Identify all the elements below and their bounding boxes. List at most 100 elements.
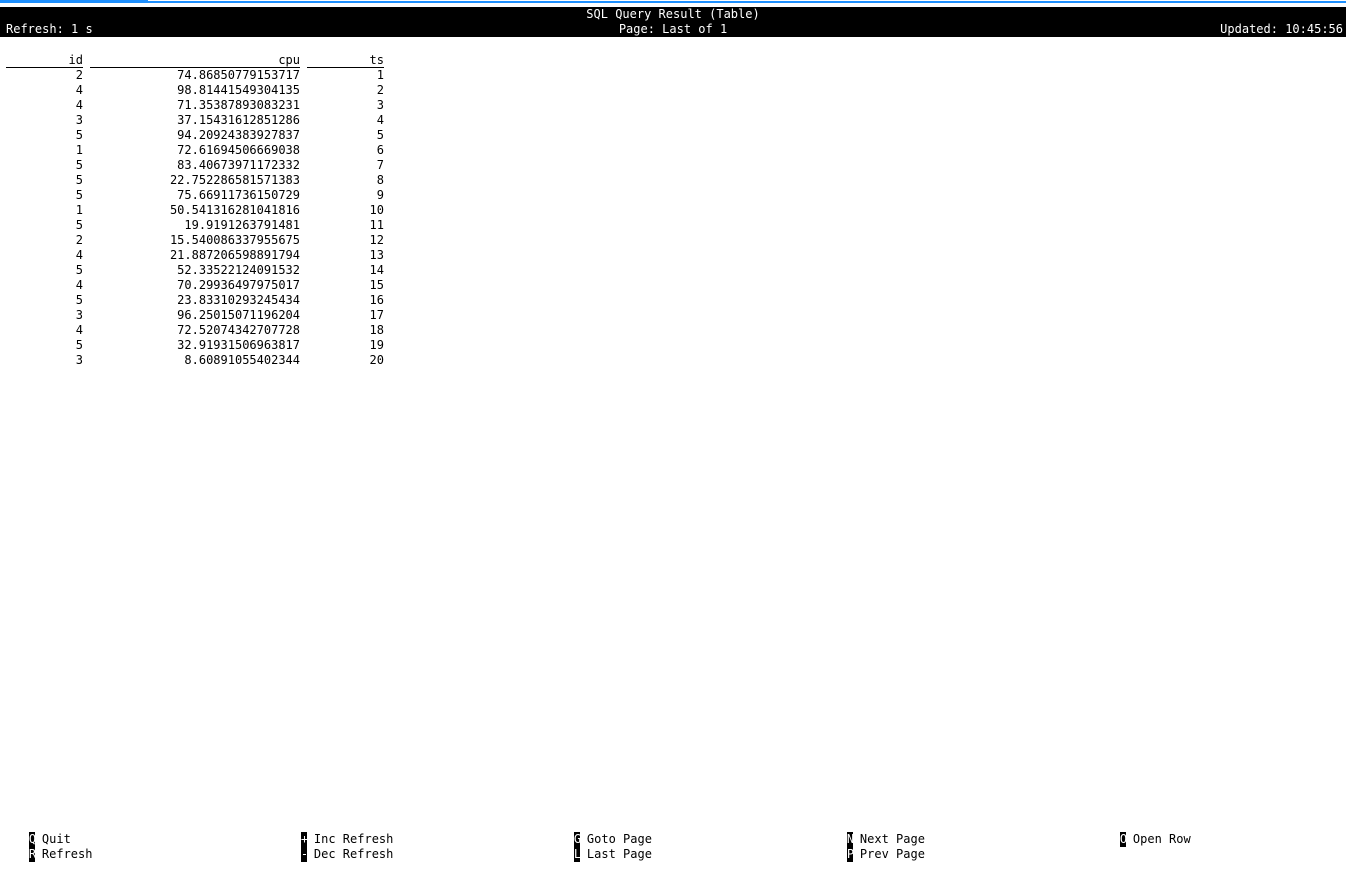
cell-id: 4 bbox=[75, 278, 83, 292]
refresh-shortcut[interactable]: R Refresh bbox=[0, 832, 92, 862]
table-row[interactable]: 4 71.35387893083231 3 bbox=[6, 98, 384, 113]
cell-id: 2 bbox=[75, 68, 83, 82]
table-row[interactable]: 2 15.540086337955675 12 bbox=[6, 233, 384, 248]
updated-time: Updated: 10:45:56 bbox=[1220, 22, 1343, 36]
cell-ts: 15 bbox=[369, 278, 384, 292]
prev-page-key: P bbox=[846, 847, 853, 862]
window-top-border bbox=[0, 0, 1346, 4]
cell-cpu: 15.540086337955675 bbox=[169, 233, 300, 247]
cell-cpu: 71.35387893083231 bbox=[177, 98, 300, 112]
cell-cpu: 96.25015071196204 bbox=[177, 308, 300, 322]
next-page-shortcut[interactable]: N Next Page bbox=[818, 817, 925, 847]
column-header-cpu: cpu bbox=[90, 52, 300, 68]
cell-id: 4 bbox=[75, 98, 83, 112]
keybinding-footer: QQuit R Refresh +Inc Refresh -Dec Refresh… bbox=[0, 817, 1346, 862]
cell-id: 4 bbox=[75, 248, 83, 262]
cell-id: 3 bbox=[75, 308, 83, 322]
cell-id: 5 bbox=[75, 218, 83, 232]
cell-ts: 18 bbox=[369, 323, 384, 337]
table-row[interactable]: 1 72.61694506669038 6 bbox=[6, 143, 384, 158]
table-row[interactable]: 2 74.86850779153717 1 bbox=[6, 68, 384, 83]
top-border-line bbox=[148, 1, 1346, 3]
cell-cpu: 94.20924383927837 bbox=[177, 128, 300, 142]
cell-cpu: 83.40673971172332 bbox=[177, 158, 300, 172]
cell-ts: 2 bbox=[376, 83, 384, 97]
cell-cpu: 8.60891055402344 bbox=[184, 353, 300, 367]
table-row[interactable]: 5 94.20924383927837 5 bbox=[6, 128, 384, 143]
inc-refresh-shortcut[interactable]: + Inc Refresh bbox=[272, 817, 393, 847]
cell-ts: 7 bbox=[376, 158, 384, 172]
cell-ts: 1 bbox=[376, 68, 384, 82]
cell-ts: 10 bbox=[369, 203, 384, 217]
table-row[interactable]: 4 21.887206598891794 13 bbox=[6, 248, 384, 263]
table-row[interactable]: 5 23.83310293245434 16 bbox=[6, 293, 384, 308]
cell-cpu: 72.52074342707728 bbox=[177, 323, 300, 337]
last-page-key: L bbox=[573, 847, 580, 862]
cell-id: 4 bbox=[75, 83, 83, 97]
prev-page-shortcut[interactable]: P Prev Page bbox=[818, 832, 925, 862]
table-row[interactable]: 3 96.25015071196204 17 bbox=[6, 308, 384, 323]
cell-ts: 9 bbox=[376, 188, 384, 202]
open-row-shortcut[interactable]: O Open Row bbox=[1091, 817, 1191, 847]
cell-ts: 14 bbox=[369, 263, 384, 277]
cell-cpu: 50.541316281041816 bbox=[169, 203, 300, 217]
cell-cpu: 19.9191263791481 bbox=[184, 218, 300, 232]
cell-ts: 8 bbox=[376, 173, 384, 187]
open-row-key: O bbox=[1119, 832, 1126, 847]
cell-id: 5 bbox=[75, 263, 83, 277]
table-row[interactable]: 3 8.60891055402344 20 bbox=[6, 353, 384, 368]
cell-ts: 12 bbox=[369, 233, 384, 247]
table-row[interactable]: 4 98.81441549304135 2 bbox=[6, 83, 384, 98]
table-row[interactable]: 3 37.15431612851286 4 bbox=[6, 113, 384, 128]
cell-ts: 17 bbox=[369, 308, 384, 322]
cell-id: 5 bbox=[75, 158, 83, 172]
table-row[interactable]: 4 70.29936497975017 15 bbox=[6, 278, 384, 293]
cell-id: 5 bbox=[75, 173, 83, 187]
column-header-id: id bbox=[6, 52, 83, 68]
page-title: SQL Query Result (Table) bbox=[586, 7, 760, 21]
cell-ts: 13 bbox=[369, 248, 384, 262]
table-row[interactable]: 5 75.66911736150729 9 bbox=[6, 188, 384, 203]
cell-ts: 4 bbox=[376, 113, 384, 127]
cell-cpu: 37.15431612851286 bbox=[177, 113, 300, 127]
cell-cpu: 98.81441549304135 bbox=[177, 83, 300, 97]
cell-ts: 3 bbox=[376, 98, 384, 112]
result-table: id cpu ts 2 74.86850779153717 1 4 98.8144154… bbox=[6, 52, 384, 368]
column-header-ts: ts bbox=[307, 52, 384, 68]
cell-cpu: 72.61694506669038 bbox=[177, 143, 300, 157]
last-page-shortcut[interactable]: L Last Page bbox=[545, 832, 652, 862]
dec-refresh-shortcut[interactable]: -Dec Refresh bbox=[272, 832, 393, 862]
dec-refresh-label: Dec Refresh bbox=[313, 847, 394, 861]
cell-cpu: 32.91931506963817 bbox=[177, 338, 300, 352]
cell-id: 5 bbox=[75, 188, 83, 202]
cell-ts: 20 bbox=[369, 353, 384, 367]
cell-id: 4 bbox=[75, 323, 83, 337]
refresh-key: R bbox=[28, 847, 35, 862]
table-row[interactable]: 1 50.541316281041816 10 bbox=[6, 203, 384, 218]
table-row[interactable]: 5 22.752286581571383 8 bbox=[6, 173, 384, 188]
table-row[interactable]: 5 52.33522124091532 14 bbox=[6, 263, 384, 278]
cell-id: 3 bbox=[75, 353, 83, 367]
cell-id: 2 bbox=[75, 233, 83, 247]
cell-ts: 11 bbox=[369, 218, 384, 232]
cell-cpu: 74.86850779153717 bbox=[177, 68, 300, 82]
prev-page-label: Prev Page bbox=[859, 847, 925, 861]
cell-cpu: 21.887206598891794 bbox=[169, 248, 300, 262]
table-body: 2 74.86850779153717 1 4 98.81441549304135 2 4 7… bbox=[6, 68, 384, 368]
refresh-interval: Refresh: 1 s bbox=[6, 22, 93, 36]
page-indicator: Page: Last of 1 bbox=[618, 22, 728, 36]
quit-shortcut[interactable]: Q Quit bbox=[0, 817, 71, 847]
dec-refresh-key: - bbox=[300, 847, 307, 862]
cell-cpu: 75.66911736150729 bbox=[177, 188, 300, 202]
cell-id: 1 bbox=[75, 203, 83, 217]
table-row[interactable]: 5 32.91931506963817 19 bbox=[6, 338, 384, 353]
cell-ts: 5 bbox=[376, 128, 384, 142]
cell-cpu: 22.752286581571383 bbox=[169, 173, 300, 187]
cell-id: 5 bbox=[75, 128, 83, 142]
table-row[interactable]: 5 19.9191263791481 11 bbox=[6, 218, 384, 233]
cell-cpu: 23.83310293245434 bbox=[177, 293, 300, 307]
goto-page-shortcut[interactable]: G Goto Page bbox=[545, 817, 652, 847]
table-row[interactable]: 4 72.52074342707728 18 bbox=[6, 323, 384, 338]
table-row[interactable]: 5 83.40673971172332 7 bbox=[6, 158, 384, 173]
cell-ts: 6 bbox=[376, 143, 384, 157]
